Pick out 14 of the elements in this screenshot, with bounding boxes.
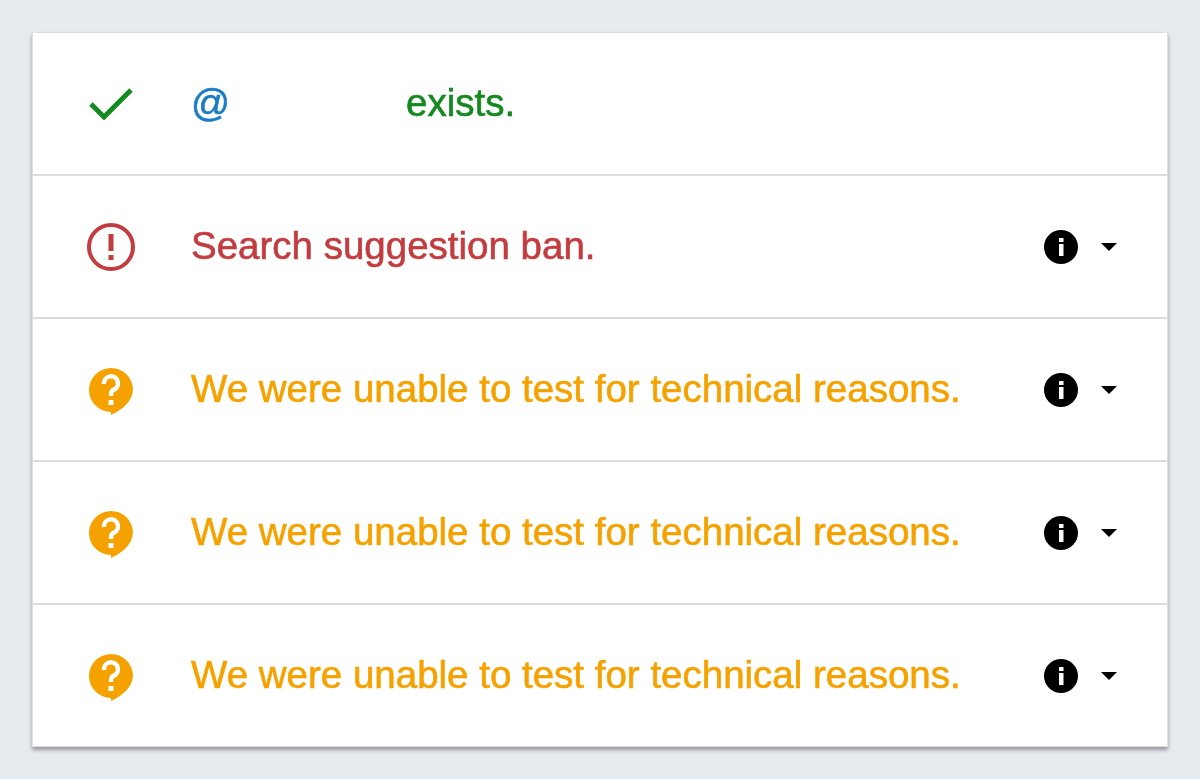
info-icon[interactable]	[1044, 658, 1078, 693]
dropdown-caret-icon[interactable]	[1101, 242, 1117, 251]
info-icon[interactable]	[1044, 229, 1078, 264]
dropdown-caret-icon[interactable]	[1101, 528, 1117, 537]
result-message: Search suggestion ban.	[191, 223, 596, 270]
result-message: We were unable to test for technical reasons.	[191, 366, 961, 413]
result-message: We were unable to test for technical reasons.	[191, 509, 961, 556]
result-message: exists.	[406, 81, 516, 125]
info-icon[interactable]	[1044, 372, 1078, 407]
result-message: We were unable to test for technical reasons.	[191, 652, 961, 699]
dropdown-caret-icon[interactable]	[1101, 671, 1117, 680]
username-handle: @	[191, 81, 231, 125]
dropdown-caret-icon[interactable]	[1101, 385, 1117, 394]
info-icon[interactable]	[1044, 515, 1078, 550]
